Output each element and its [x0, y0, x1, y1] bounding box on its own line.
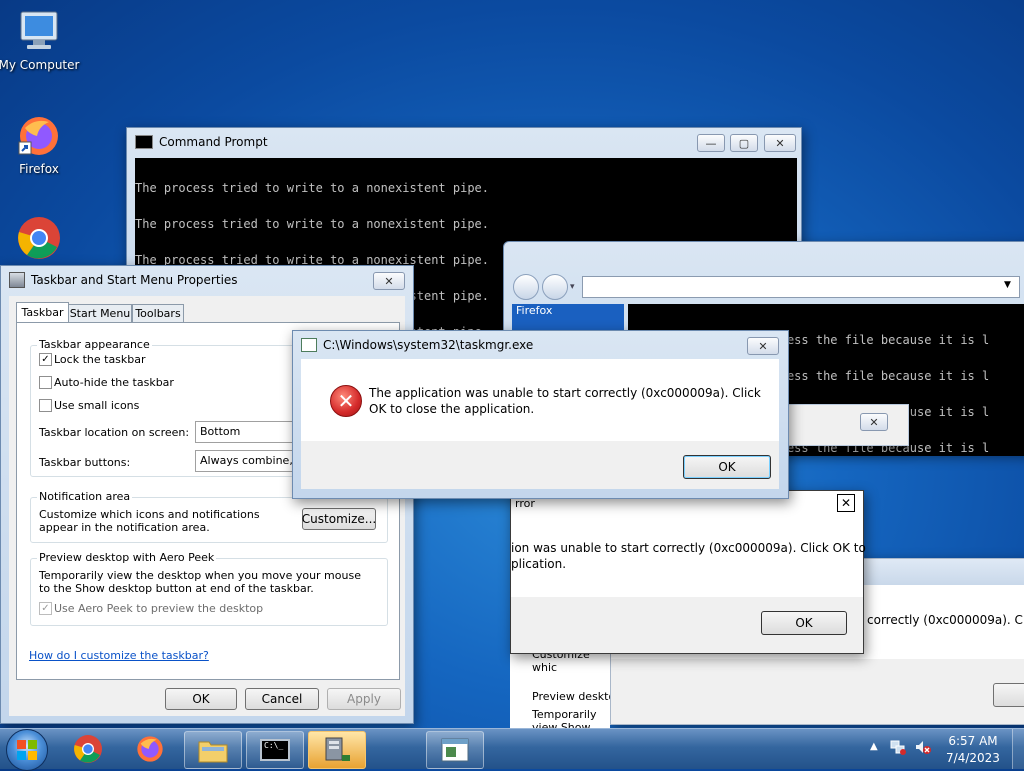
autohide-label: Auto-hide the taskbar	[54, 376, 174, 389]
desktop-icon-label: Firefox	[19, 162, 59, 176]
buttons-select[interactable]: Always combine, hide labels	[195, 450, 301, 472]
ok-button[interactable]: OK	[761, 611, 847, 635]
address-bar[interactable]	[582, 276, 1020, 298]
error-message: correctly (0xc000009a). Click O	[867, 613, 1024, 627]
forward-button[interactable]	[542, 274, 568, 300]
taskbar-chrome[interactable]	[60, 731, 116, 767]
error-dialog-main[interactable]: C:\Windows\system32\taskmgr.exe ✕ ✕ The …	[292, 330, 789, 499]
folder-icon	[198, 741, 228, 763]
chrome-icon	[74, 735, 102, 763]
sidebar-label: Firefox	[516, 304, 553, 317]
minimize-button[interactable]: —	[697, 134, 725, 152]
volume-muted-icon[interactable]	[914, 739, 932, 755]
close-button[interactable]: ✕	[837, 494, 855, 512]
clock-date[interactable]: 7/4/2023	[944, 751, 1002, 765]
autohide-checkbox[interactable]	[39, 376, 52, 389]
desktop-icon-my-computer[interactable]: My Computer	[0, 8, 84, 72]
location-select[interactable]: Bottom	[195, 421, 301, 443]
small-icons-label: Use small icons	[54, 399, 140, 412]
address-dropdown-icon[interactable]: ▼	[1004, 280, 1011, 290]
aero-peek-checkbox[interactable]: ✓	[39, 602, 52, 615]
peek-text-fragment: Temporarily view Show desktop b	[532, 708, 597, 728]
apply-button[interactable]: Apply	[327, 688, 401, 710]
aero-peek-label: Use Aero Peek to preview the desktop	[54, 602, 264, 615]
error-dialog-second[interactable]: rror ✕ ion was unable to start correctly…	[510, 490, 866, 654]
taskbar-properties[interactable]	[308, 731, 366, 769]
window-title: Command Prompt	[159, 135, 268, 149]
back-button[interactable]	[513, 274, 539, 300]
show-desktop-button[interactable]	[1012, 729, 1024, 769]
firefox-icon	[15, 112, 63, 160]
taskbar-properties-icon	[325, 737, 350, 761]
window-title: Taskbar and Start Menu Properties	[31, 273, 238, 287]
cmd-icon	[135, 135, 153, 149]
firefox-icon	[137, 736, 163, 762]
taskbar-cmd[interactable]: C:\_	[246, 731, 304, 769]
cancel-button[interactable]: Cancel	[245, 688, 319, 710]
group-label: Notification area	[37, 490, 133, 503]
network-icon[interactable]	[890, 739, 906, 755]
error-icon: ✕	[330, 385, 362, 417]
help-link[interactable]: How do I customize the taskbar?	[29, 649, 209, 662]
tray-show-hidden-icon[interactable]: ▲	[870, 741, 878, 752]
clock-time[interactable]: 6:57 AM	[944, 734, 1002, 748]
ok-button[interactable]	[993, 683, 1024, 707]
dialog-footer	[611, 659, 1024, 724]
lock-taskbar-label: Lock the taskbar	[54, 353, 146, 366]
history-dropdown-icon[interactable]: ▾	[570, 282, 575, 292]
ok-button[interactable]: OK	[683, 455, 771, 479]
tab-start-menu[interactable]: Start Menu	[68, 304, 132, 323]
command-prompt-titlebar[interactable]: Command Prompt — ▢ ✕	[127, 128, 801, 156]
desktop-icon-chrome[interactable]	[0, 214, 84, 264]
error-message-line2: plication.	[511, 557, 567, 571]
buttons-label: Taskbar buttons:	[39, 456, 131, 469]
app-icon	[301, 338, 317, 352]
background-dialog[interactable]: ✕	[787, 404, 909, 446]
chrome-icon	[15, 214, 63, 262]
aero-peek-text: Temporarily view the desktop when you mo…	[39, 569, 361, 595]
properties-titlebar[interactable]: Taskbar and Start Menu Properties ✕	[1, 266, 413, 294]
close-button[interactable]: ✕	[747, 337, 779, 355]
window-title: C:\Windows\system32\taskmgr.exe	[323, 338, 534, 352]
error-titlebar[interactable]: C:\Windows\system32\taskmgr.exe ✕	[293, 331, 788, 359]
lock-taskbar-checkbox[interactable]: ✓	[39, 353, 52, 366]
taskbar-firefox[interactable]	[122, 731, 178, 767]
close-button[interactable]: ✕	[764, 134, 796, 152]
close-button[interactable]: ✕	[860, 413, 888, 431]
location-label: Taskbar location on screen:	[39, 426, 190, 439]
desktop-icon-label: My Computer	[0, 58, 80, 72]
start-button[interactable]	[6, 729, 48, 771]
tab-taskbar[interactable]: Taskbar	[16, 302, 69, 323]
error-message: The application was unable to start corr…	[369, 386, 761, 416]
taskbar: C:\_ ▲ 6:57 AM 7/4/2023	[0, 728, 1024, 771]
desktop-icon-firefox[interactable]: Firefox	[0, 112, 84, 176]
taskbar-properties-icon	[9, 272, 25, 288]
cmd-icon: C:\_	[260, 739, 290, 761]
group-label: Preview desktop with Aero Peek	[37, 551, 217, 564]
computer-icon	[15, 8, 63, 56]
customize-button[interactable]: Customize...	[302, 508, 376, 530]
small-icons-checkbox[interactable]	[39, 399, 52, 412]
tab-toolbars[interactable]: Toolbars	[132, 304, 184, 323]
maximize-button[interactable]: ▢	[730, 134, 758, 152]
error-message-line1: ion was unable to start correctly (0xc00…	[511, 541, 866, 555]
group-label: Taskbar appearance	[37, 338, 152, 351]
peek-group-fragment: Preview desktop	[532, 690, 610, 703]
window-app-icon	[441, 738, 469, 762]
notification-text: Customize which icons and notifications …	[39, 508, 260, 534]
console-line: The process tried to write to a nonexist…	[135, 181, 490, 195]
windows-logo-icon	[17, 740, 37, 760]
console-line: The process tried to write to a nonexist…	[135, 217, 490, 231]
close-button[interactable]: ✕	[373, 272, 405, 290]
taskbar-taskmgr[interactable]	[426, 731, 484, 769]
ok-button[interactable]: OK	[165, 688, 237, 710]
taskbar-explorer[interactable]	[184, 731, 242, 769]
